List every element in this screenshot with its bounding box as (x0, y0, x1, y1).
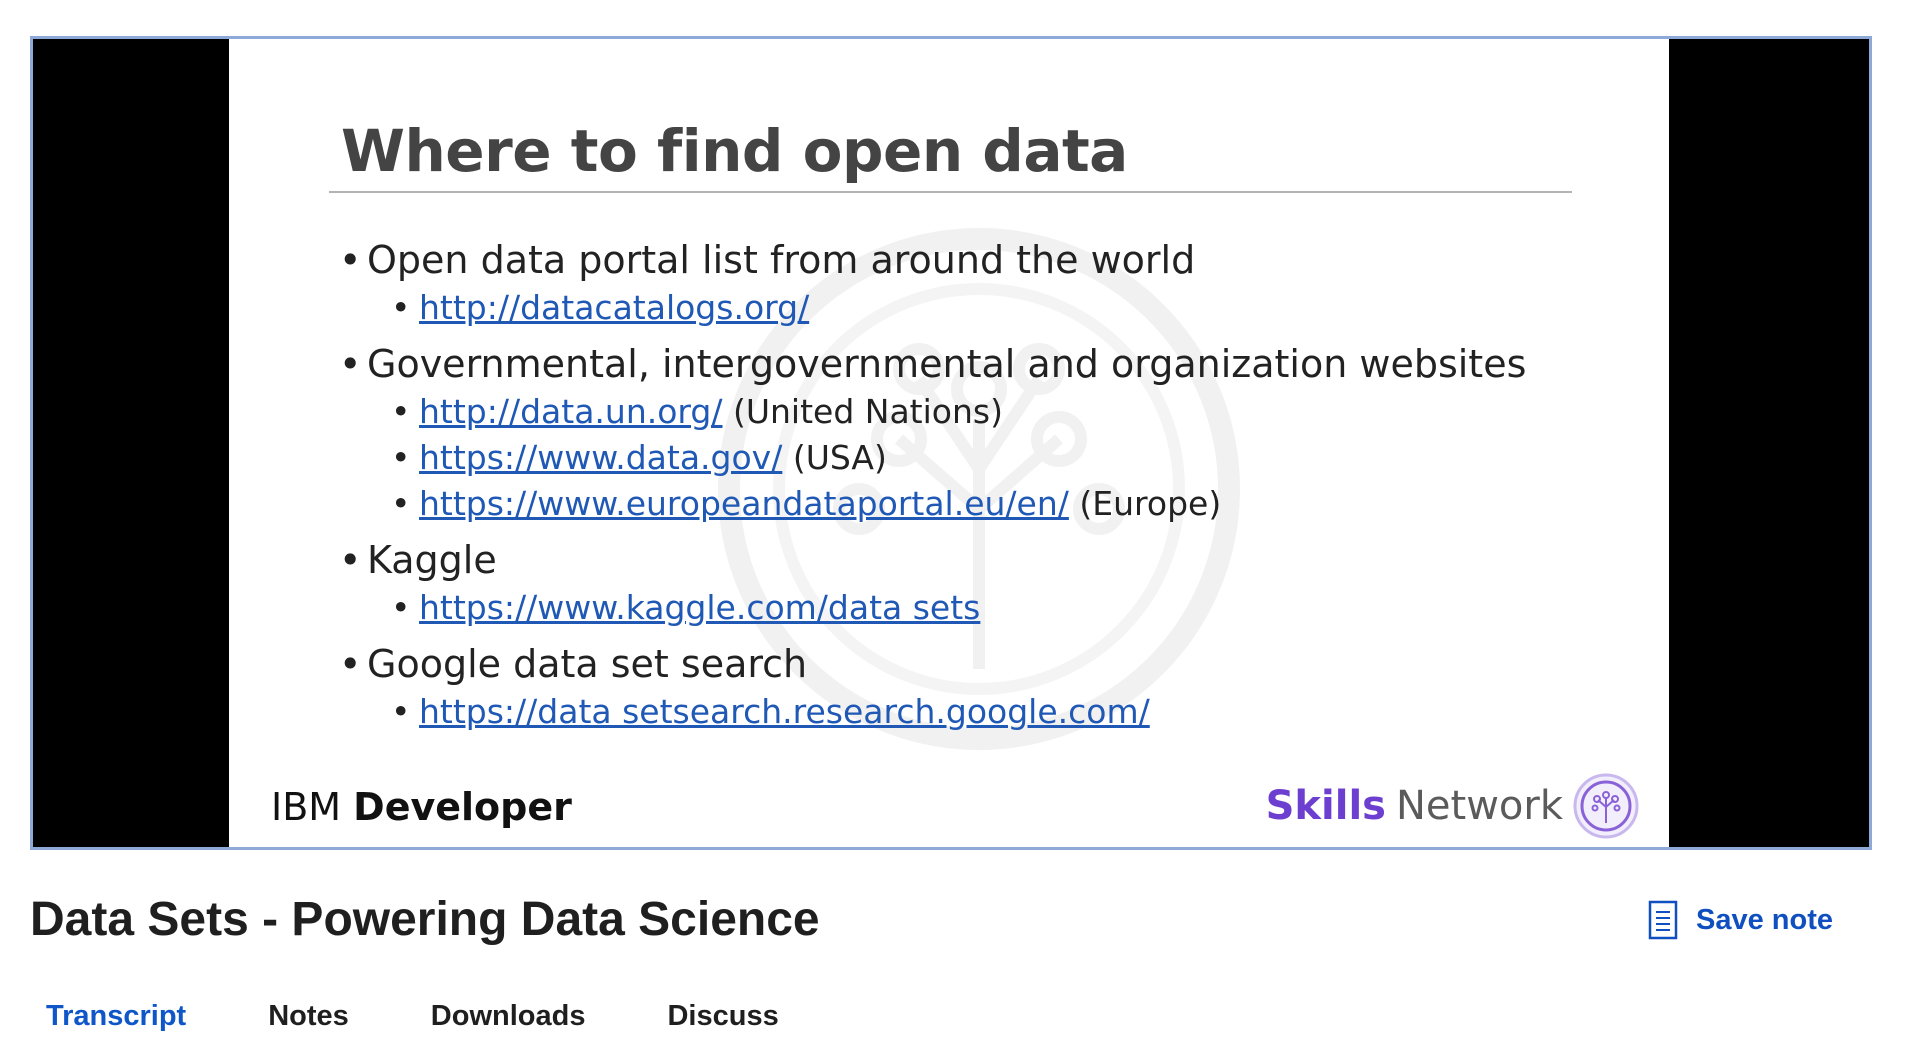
sub-bullet: • https://www.data.gov/ (USA) (391, 438, 887, 477)
content-tabs: Transcript Notes Downloads Discuss (46, 1000, 861, 1033)
link-note: (United Nations) (732, 392, 1003, 431)
tab-transcript[interactable]: Transcript (46, 1000, 186, 1033)
bullet-kaggle: • Kaggle (339, 538, 497, 582)
logo-text-skills: Skills (1265, 783, 1386, 829)
slide-bullet-list: • Open data portal list from around the w… (339, 235, 1526, 735)
sub-bullet: • http://data.un.org/ (United Nations) (391, 392, 1003, 431)
link-note: (USA) (792, 438, 887, 477)
logo-text-bold: Developer (353, 785, 572, 829)
bullet-google-search: • Google data set search (339, 642, 808, 686)
save-note-button[interactable]: Save note (1648, 900, 1833, 940)
video-slide: Where to find open data • Open data porta… (229, 39, 1669, 847)
bullet-text: Kaggle (367, 538, 497, 582)
tab-notes[interactable]: Notes (268, 1000, 349, 1033)
bullet-text: Open data portal list from around the wo… (367, 238, 1196, 282)
sub-bullet: • https://www.europeandataportal.eu/en/ (… (391, 484, 1222, 523)
slide-title: Where to find open data (341, 117, 1128, 185)
sub-bullet: • http://datacatalogs.org/ (391, 288, 810, 327)
page-title: Data Sets - Powering Data Science (30, 893, 820, 946)
bullet-government-sites: • Governmental, intergovernmental and org… (339, 342, 1527, 386)
title-divider (329, 191, 1572, 193)
link-datacatalogs[interactable]: http://datacatalogs.org/ (419, 288, 809, 327)
skills-network-badge-icon (1573, 773, 1639, 839)
tab-downloads[interactable]: Downloads (431, 1000, 586, 1033)
link-data-gov[interactable]: https://www.data.gov/ (419, 438, 782, 477)
tab-discuss[interactable]: Discuss (667, 1000, 778, 1033)
bullet-text: Google data set search (367, 642, 808, 686)
sub-bullet: • https://www.kaggle.com/data sets (391, 588, 981, 627)
note-icon (1648, 900, 1678, 940)
save-note-label: Save note (1696, 903, 1833, 936)
video-player[interactable]: Where to find open data • Open data porta… (30, 36, 1872, 850)
link-google-dataset-search[interactable]: https://data setsearch.research.google.c… (419, 692, 1150, 731)
link-note: (Europe) (1079, 484, 1222, 523)
ibm-developer-logo: IBM Developer (271, 785, 572, 829)
link-european-data-portal[interactable]: https://www.europeandataportal.eu/en/ (419, 484, 1069, 523)
bullet-portal-list: • Open data portal list from around the w… (339, 238, 1196, 282)
skills-network-logo: Skills Network (1266, 773, 1639, 839)
link-kaggle[interactable]: https://www.kaggle.com/data sets (419, 588, 980, 627)
logo-text-regular: IBM (271, 785, 342, 829)
link-data-un[interactable]: http://data.un.org/ (419, 392, 722, 431)
bullet-text: Governmental, intergovernmental and orga… (367, 342, 1527, 386)
logo-text-network: Network (1395, 783, 1563, 829)
sub-bullet: • https://data setsearch.research.google.… (391, 692, 1150, 731)
